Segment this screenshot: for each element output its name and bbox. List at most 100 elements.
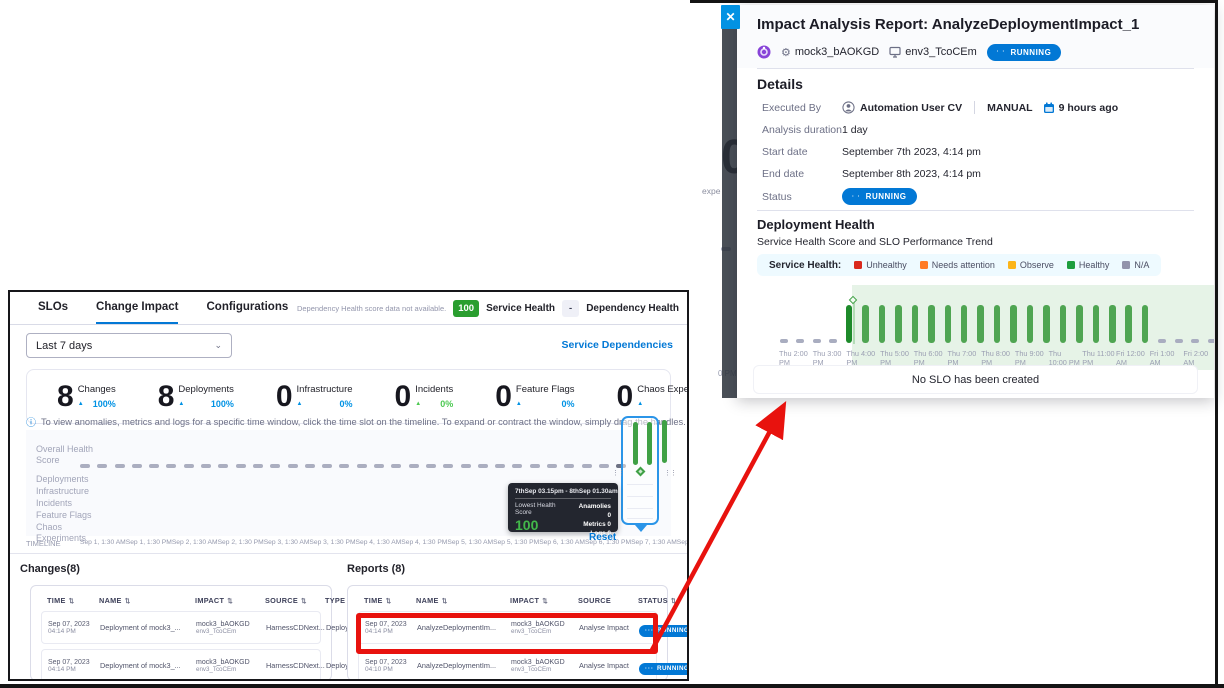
sort-icon: ⇅: [386, 597, 392, 605]
cell-name: AnalyzeDeploymentIm...: [417, 623, 505, 632]
cell-time: Sep 07, 202304:10 PM: [365, 659, 411, 673]
report-title: Impact Analysis Report: AnalyzeDeploymen…: [757, 16, 1139, 33]
environment-name: env3_TcoCEm: [905, 46, 977, 58]
user-icon: [842, 101, 855, 114]
na-dash: [166, 464, 176, 468]
cell-name: AnalyzeDeploymentIm...: [417, 661, 505, 670]
impact-analysis-report-panel: Impact Analysis Report: AnalyzeDeploymen…: [737, 5, 1214, 398]
health-bar: [1109, 305, 1116, 343]
timeline-tick-label: Sep 3, 1:30 PM: [309, 539, 355, 546]
selection-left-handle-icon[interactable]: ⋮⋮: [612, 470, 619, 484]
timeline-tick-label: Sep 1, 1:30 AM: [80, 539, 126, 546]
start-date-value: September 7th 2023, 4:14 pm: [842, 146, 981, 158]
column-header-impact[interactable]: IMPACT⇅: [195, 596, 259, 605]
tab-change-impact[interactable]: Change Impact: [96, 292, 178, 324]
tooltip-lowest-score-value: 100: [515, 518, 574, 532]
health-bar: [1027, 305, 1034, 343]
column-header-source[interactable]: SOURCE: [578, 596, 632, 605]
legend-label: N/A: [1134, 260, 1149, 270]
column-header-name[interactable]: NAME⇅: [416, 596, 504, 605]
column-header-label: TIME: [47, 596, 66, 605]
na-dash: [564, 464, 574, 468]
na-dash: [288, 464, 298, 468]
health-bar: [1142, 305, 1149, 343]
duration-value: 1 day: [842, 124, 868, 136]
timeline-na-dashes: [80, 464, 634, 468]
tab-configurations[interactable]: Configurations: [206, 292, 288, 324]
service-name: mock3_bAOKGD: [795, 46, 879, 58]
stat-trend-value: 0%: [562, 399, 575, 409]
selection-right-handle-icon[interactable]: ⋮⋮: [664, 470, 671, 484]
status-badge: · · RUNNING: [987, 44, 1062, 61]
selection-pointer-icon: [635, 525, 647, 532]
na-dash: [512, 464, 522, 468]
column-header-name[interactable]: NAME⇅: [99, 596, 189, 605]
stat-feature-flags: 0Feature Flags▲0%: [495, 382, 574, 412]
health-bar: [862, 305, 869, 343]
column-header-source[interactable]: SOURCE⇅: [265, 596, 319, 605]
na-dash: [270, 464, 280, 468]
deployment-health-heading: Deployment Health: [757, 217, 875, 232]
detail-end-date: End date September 8th 2023, 4:14 pm: [762, 168, 981, 180]
environment-meta: env3_TcoCEm: [889, 46, 977, 58]
column-header-label: STATUS: [638, 596, 668, 605]
timeline-tick-label: Sep 7, 1:30 AM: [631, 539, 677, 546]
service-dependencies-link[interactable]: Service Dependencies: [562, 339, 673, 351]
column-header-time[interactable]: TIME⇅: [364, 596, 410, 605]
column-header-impact[interactable]: IMPACT⇅: [510, 596, 572, 605]
cell-impact: mock3_bAOKGDenv3_TcoCEm: [196, 621, 260, 635]
na-dash: [1158, 339, 1166, 343]
tab-slos[interactable]: SLOs: [38, 292, 68, 324]
timeline-tick-label: Sep 3, 1:30 AM: [264, 539, 310, 546]
na-dash: [253, 464, 263, 468]
timeline-axis: TIMELINE Sep 1, 1:30 AMSep 1, 1:30 PMSep…: [10, 537, 687, 551]
na-dash: [1208, 339, 1214, 343]
na-dash: [582, 464, 592, 468]
legend-label: Unhealthy: [866, 260, 907, 270]
reset-button[interactable]: Reset: [589, 532, 616, 543]
tooltip-lowest-score-label: Lowest Health Score: [515, 502, 574, 516]
column-header-status[interactable]: STATUS⇅: [638, 596, 677, 605]
table-row[interactable]: Sep 07, 202304:10 PM AnalyzeDeploymentIm.…: [358, 649, 657, 681]
timeline-selection-window[interactable]: [621, 416, 659, 525]
na-dash: [132, 464, 142, 468]
na-dash: [391, 464, 401, 468]
close-button[interactable]: ✕: [721, 5, 740, 29]
stat-label: Incidents: [415, 384, 453, 395]
legend-swatch-icon: [920, 261, 928, 269]
stat-value: 0: [276, 382, 292, 412]
dependency-health-label: Dependency Health: [586, 303, 679, 314]
stat-value: 0: [617, 382, 633, 412]
frame-border-top: [690, 0, 1218, 3]
cell-source: Analyse Impact: [579, 623, 633, 632]
time-range-select[interactable]: Last 7 days ⌄: [26, 333, 232, 358]
timeline-row-label: Incidents: [36, 498, 114, 509]
service-health-score-badge: 100: [453, 300, 479, 317]
health-bar: [1076, 305, 1083, 343]
status-badge: ···RUNNING: [639, 625, 689, 637]
legend-swatch-icon: [1067, 261, 1075, 269]
health-bar: [928, 305, 935, 343]
spinner-dots-icon: ···: [645, 629, 654, 633]
timeline-tick-label: Sep 6, 1:30 AM: [539, 539, 585, 546]
na-dash: [478, 464, 488, 468]
dependency-health-score-badge: -: [562, 300, 579, 317]
table-row[interactable]: Sep 07, 202304:14 PMDeployment of mock3_…: [41, 649, 321, 681]
legend-swatch-icon: [1122, 261, 1130, 269]
timeline-row-label: Overall Health Score: [36, 444, 114, 466]
na-dash: [547, 464, 557, 468]
timeline-tick-label: Sep 2, 1:30 PM: [218, 539, 264, 546]
legend-item-healthy: Healthy: [1067, 260, 1110, 270]
timeline-tick-label: Sep 1, 1:30 PM: [126, 539, 172, 546]
environment-icon: [889, 46, 901, 58]
legend-item-needs-attention: Needs attention: [920, 260, 995, 270]
na-dash: [305, 464, 315, 468]
health-bar: [961, 305, 968, 343]
health-bar: [1060, 305, 1067, 343]
na-dash: [461, 464, 471, 468]
table-row[interactable]: Sep 07, 202304:14 PMDeployment of mock3_…: [41, 611, 321, 644]
table-row[interactable]: Sep 07, 202304:14 PMAnalyzeDeploymentIm.…: [358, 611, 657, 644]
column-header-time[interactable]: TIME⇅: [47, 596, 93, 605]
health-bar: [945, 305, 952, 343]
stat-infrastructure: 0Infrastructure▲0%: [276, 382, 353, 412]
